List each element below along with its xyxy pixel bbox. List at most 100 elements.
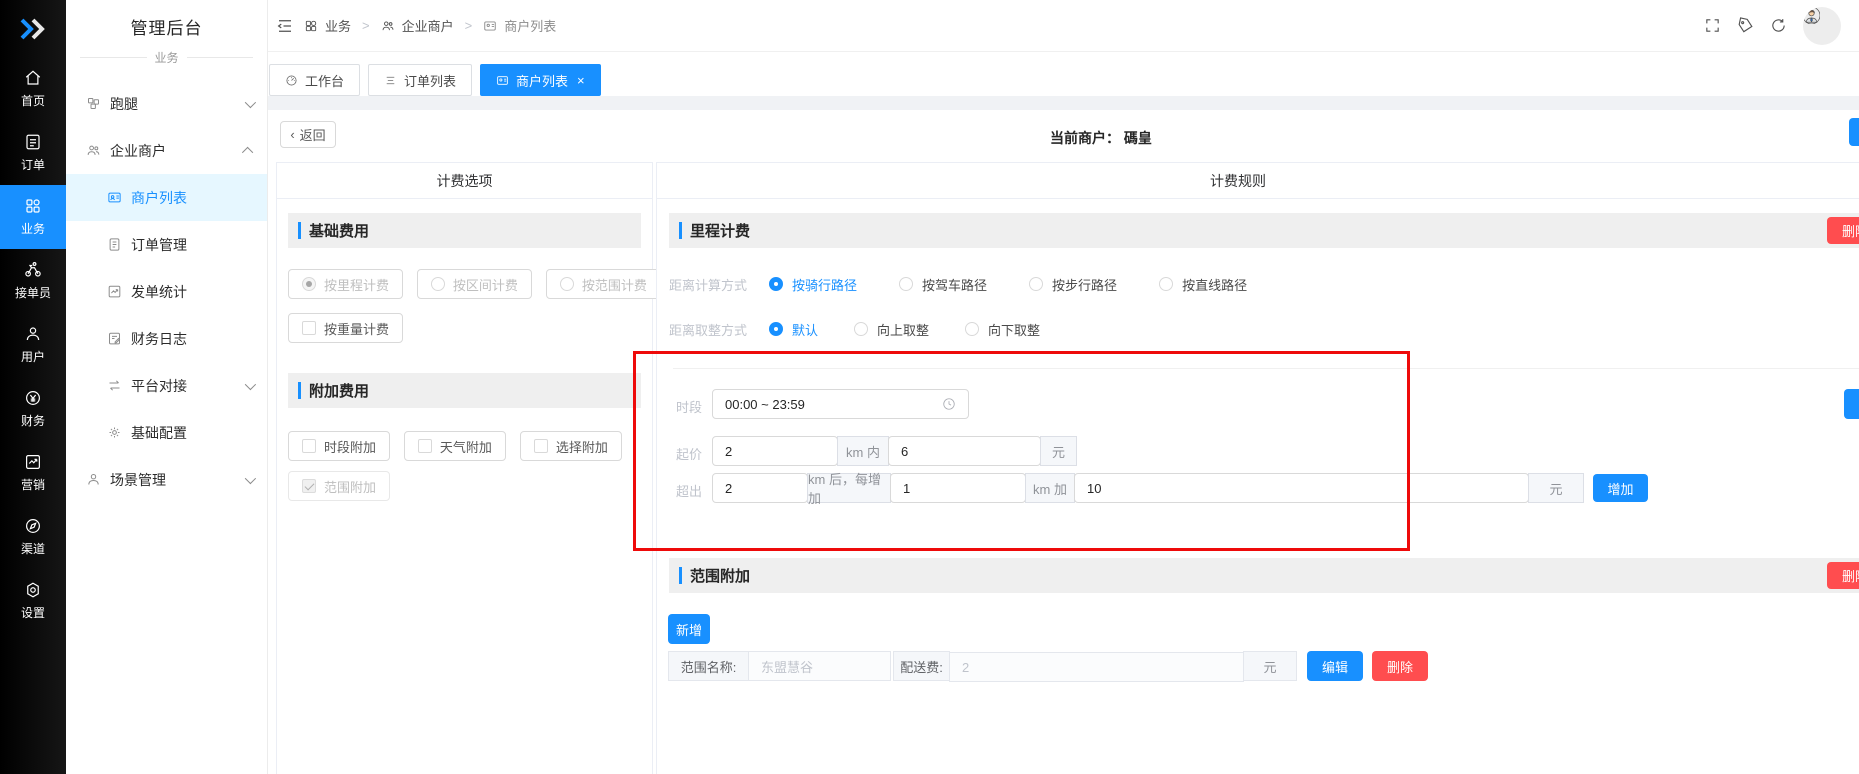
sidebar-item-dispatch-stats[interactable]: 发单统计	[66, 268, 267, 315]
tab-close-icon[interactable]: ×	[577, 73, 585, 88]
chevron-down-icon	[244, 378, 257, 390]
sidebar-group-label: 业务	[80, 49, 253, 66]
radio-icon	[430, 277, 445, 291]
menu-fold-icon[interactable]	[276, 17, 294, 35]
radio-icon	[1029, 277, 1044, 291]
radio-driving-route[interactable]: 按驾车路径	[899, 275, 987, 294]
tab-workbench[interactable]: 工作台	[269, 64, 361, 96]
mileage-delete-button[interactable]: 删除	[1827, 217, 1859, 244]
excess-price-input[interactable]: 10	[1074, 473, 1529, 503]
sidebar-item-finance-log[interactable]: 财务日志	[66, 315, 267, 362]
base-fee-section-header: 基础费用	[288, 213, 641, 248]
sidebar-item-scene-management[interactable]: 场景管理	[66, 456, 267, 503]
rail-item-settings[interactable]: 设置	[0, 569, 66, 633]
excess-distance-input[interactable]: 2	[712, 473, 808, 503]
breadcrumb-item[interactable]: 业务	[325, 16, 351, 35]
avatar-person-icon	[1803, 6, 1821, 24]
back-button[interactable]: ‹ 返回	[280, 121, 336, 148]
fullscreen-icon[interactable]	[1704, 17, 1721, 34]
option-interval-billing[interactable]: 按区间计费	[416, 269, 532, 299]
sidebar-item-merchant-list[interactable]: 商户列表	[66, 174, 267, 221]
radio-round-default[interactable]: 默认	[769, 320, 818, 339]
refresh-icon[interactable]	[1770, 17, 1787, 34]
option-range-surcharge[interactable]: 范围附加	[288, 471, 391, 501]
app-title: 管理后台	[130, 19, 203, 38]
add-button-cutoff[interactable]	[1844, 389, 1859, 419]
rail-item-label: 用户	[20, 350, 45, 364]
distance-round-row: 距离取整方式 默认 向上取整 向下取整	[669, 319, 1082, 339]
rail-item-label: 财务	[20, 414, 45, 428]
tab-merchant-list[interactable]: 商户列表 ×	[480, 64, 601, 96]
sidebar-item-order-management[interactable]: 订单管理	[66, 221, 267, 268]
radio-round-down[interactable]: 向下取整	[965, 320, 1040, 339]
option-range-billing[interactable]: 按范围计费	[545, 269, 661, 299]
rail-item-orders[interactable]: 订单	[0, 121, 66, 185]
current-merchant-value: 碼皇	[1123, 130, 1152, 146]
back-arrow-icon: ‹	[290, 127, 295, 142]
sidebar-item-enterprise-merchant[interactable]: 企业商户	[66, 127, 267, 174]
rail-item-marketing[interactable]: 营销	[0, 441, 66, 505]
tag-icon[interactable]	[1737, 17, 1754, 34]
sidebar-menu: 跑腿 企业商户 商户列表 订单管理 发单统计 财务日志 平台对接 基础配置 场景…	[66, 80, 267, 503]
sidebar-item-errand[interactable]: 跑腿	[66, 80, 267, 127]
save-button-cutoff[interactable]	[1849, 118, 1859, 146]
list-icon	[386, 76, 395, 84]
option-mileage-billing[interactable]: 按里程计费	[288, 269, 404, 299]
app-logo	[0, 0, 66, 57]
new-range-button[interactable]: 新增	[668, 614, 710, 644]
excess-distance-addon: km 后，每增加	[807, 472, 891, 506]
option-weight-billing[interactable]: 按重量计费	[288, 313, 404, 343]
time-range-label: 时段	[676, 400, 703, 415]
breadcrumb-item[interactable]: 企业商户	[402, 16, 454, 35]
rail-item-label: 订单	[20, 158, 45, 172]
fee-options-panel: 计费选项 基础费用 按里程计费 按区间计费 按范围计费 按重量计费 附加费用 时…	[276, 162, 661, 774]
excess-step-input[interactable]: 1	[890, 473, 1026, 503]
option-time-surcharge[interactable]: 时段附加	[288, 431, 391, 461]
sidebar-item-basic-config[interactable]: 基础配置	[66, 409, 267, 456]
breadcrumb-item-current: 商户列表	[504, 19, 557, 34]
radio-round-up[interactable]: 向上取整	[854, 320, 929, 339]
range-row-delete-button[interactable]: 删除	[1372, 651, 1428, 681]
range-delete-button-header[interactable]: 删除	[1827, 562, 1859, 589]
rail-item-home[interactable]: 首页	[0, 57, 66, 121]
radio-walking-route[interactable]: 按步行路径	[1029, 275, 1117, 294]
business-grid-icon	[26, 199, 40, 213]
excess-price-unit-addon: 元	[1528, 473, 1584, 503]
people-icon	[87, 145, 100, 155]
mileage-section-header: 里程计费 删除	[669, 213, 1859, 248]
option-select-surcharge[interactable]: 选择附加	[519, 431, 622, 461]
rail-item-business[interactable]: 业务	[0, 185, 66, 249]
checkbox-icon	[417, 439, 432, 453]
delivery-fee-input[interactable]: 2	[949, 652, 1244, 682]
file-edit-icon	[109, 332, 121, 345]
id-card-icon	[497, 75, 508, 85]
sidebar: 管理后台 业务 跑腿 企业商户 商户列表 订单管理 发单统计 财务日志 平台对接…	[66, 0, 268, 774]
tab-order-list[interactable]: 订单列表	[368, 64, 473, 96]
time-range-input[interactable]: 00:00 ~ 23:59	[712, 389, 969, 419]
radio-riding-route[interactable]: 按骑行路径	[769, 275, 857, 294]
gear-icon	[109, 427, 120, 438]
rail-item-users[interactable]: 用户	[0, 313, 66, 377]
rail-item-couriers[interactable]: 接单员	[0, 249, 66, 313]
radio-straight-route[interactable]: 按直线路径	[1159, 275, 1247, 294]
range-name-input[interactable]: 东盟慧谷	[748, 651, 891, 681]
option-weather-surcharge[interactable]: 天气附加	[403, 431, 506, 461]
rail-item-finance[interactable]: 财务	[0, 377, 66, 441]
user-icon	[26, 327, 40, 341]
avatar[interactable]	[1803, 6, 1841, 45]
fee-rules-panel: 计费规则 里程计费 删除 距离计算方式 按骑行路径 按驾车路径 按步行路径 按直…	[656, 162, 1859, 774]
radio-selected-icon	[769, 277, 784, 291]
errand-icon	[88, 98, 99, 109]
base-distance-input[interactable]: 2	[712, 436, 838, 466]
sidebar-item-platform-integration[interactable]: 平台对接	[66, 362, 267, 409]
rail-item-label: 接单员	[14, 286, 51, 300]
id-card-icon	[484, 20, 496, 31]
range-name-label: 范围名称:	[668, 651, 749, 681]
rail-item-channels[interactable]: 渠道	[0, 505, 66, 569]
base-price-input[interactable]: 6	[888, 436, 1041, 466]
distance-calc-label: 距离计算方式	[669, 277, 748, 293]
chart-line-icon	[108, 285, 121, 298]
increase-button[interactable]: 增加	[1593, 474, 1648, 502]
tab-label: 订单列表	[404, 73, 457, 89]
range-edit-button[interactable]: 编辑	[1307, 651, 1363, 681]
